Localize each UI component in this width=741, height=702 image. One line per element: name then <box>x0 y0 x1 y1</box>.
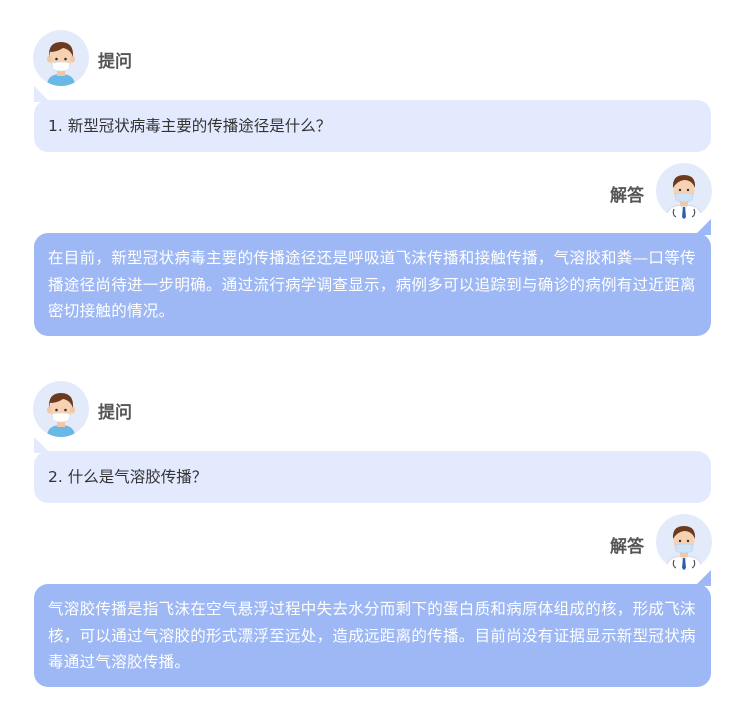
question-text: 2. 什么是气溶胶传播？ <box>48 468 208 486</box>
patient-avatar-icon <box>33 381 89 437</box>
doctor-avatar-icon <box>656 514 712 570</box>
answer-text: 气溶胶传播是指飞沫在空气悬浮过程中失去水分而剩下的蛋白质和病原体组成的核，形成飞… <box>48 600 696 671</box>
answer-bubble: 气溶胶传播是指飞沫在空气悬浮过程中失去水分而剩下的蛋白质和病原体组成的核，形成飞… <box>34 584 711 687</box>
question-bubble: 2. 什么是气溶胶传播？ <box>34 451 711 503</box>
question-role-label: 提问 <box>98 52 132 72</box>
answer-text: 在目前，新型冠状病毒主要的传播途径还是呼吸道飞沫传播和接触传播，气溶胶和粪—口等… <box>48 249 696 320</box>
question-bubble: 1. 新型冠状病毒主要的传播途径是什么？ <box>34 100 711 152</box>
patient-avatar-icon <box>33 30 89 86</box>
answer-role-label: 解答 <box>610 537 644 557</box>
answer-bubble: 在目前，新型冠状病毒主要的传播途径还是呼吸道飞沫传播和接触传播，气溶胶和粪—口等… <box>34 233 711 336</box>
question-role-label: 提问 <box>98 403 132 423</box>
answer-role-label: 解答 <box>610 186 644 206</box>
doctor-avatar-icon <box>656 163 712 219</box>
question-text: 1. 新型冠状病毒主要的传播途径是什么？ <box>48 117 332 135</box>
